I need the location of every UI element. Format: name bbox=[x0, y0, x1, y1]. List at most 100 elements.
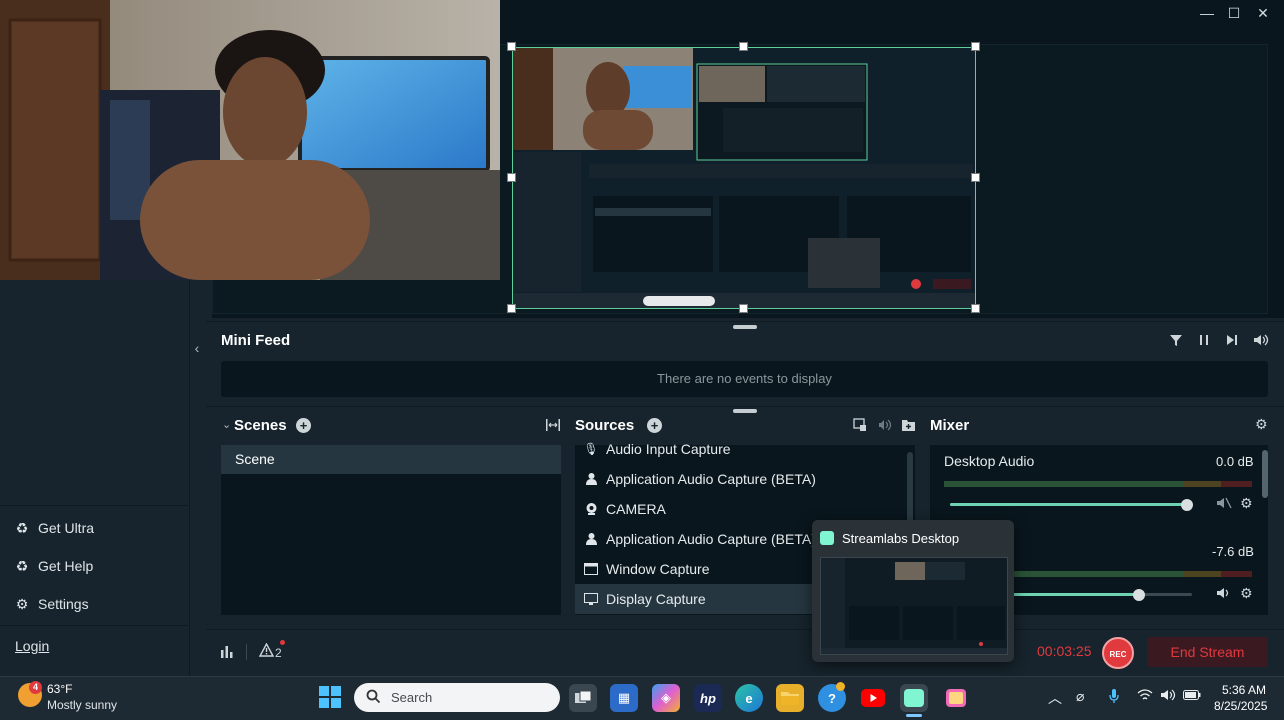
youtube-icon[interactable] bbox=[859, 684, 887, 712]
copilot-icon[interactable]: ◈ bbox=[652, 684, 680, 712]
scene-item[interactable]: Scene bbox=[221, 445, 561, 474]
scene-transition-icon[interactable] bbox=[545, 418, 561, 435]
photos-icon[interactable] bbox=[942, 684, 970, 712]
alert-count: 2 bbox=[275, 646, 282, 660]
person-icon bbox=[584, 472, 598, 486]
clock-date[interactable]: 8/25/2025 bbox=[1214, 699, 1267, 713]
active-app-indicator bbox=[906, 714, 922, 717]
mixer-channel-name: Desktop Audio bbox=[944, 453, 1035, 469]
popup-thumbnail[interactable] bbox=[820, 557, 1008, 655]
resize-handle[interactable] bbox=[739, 42, 748, 51]
monitor-icon bbox=[584, 592, 598, 606]
add-source-icon[interactable]: + bbox=[647, 418, 662, 433]
add-folder-icon[interactable] bbox=[901, 418, 916, 435]
taskbar-search-box[interactable]: Search bbox=[354, 683, 560, 712]
source-item[interactable]: Application Audio Capture (BETA) bbox=[575, 464, 907, 494]
canvas-selection[interactable] bbox=[512, 47, 976, 309]
windows-taskbar bbox=[0, 676, 1284, 720]
file-explorer-icon[interactable] bbox=[776, 684, 804, 712]
channel-settings-gear-icon[interactable]: ⚙ bbox=[1240, 585, 1253, 602]
show-hidden-icons-chevron-up-icon[interactable]: ︿ bbox=[1048, 688, 1062, 708]
dock-divider bbox=[206, 321, 1284, 322]
close-button[interactable]: ✕ bbox=[1246, 0, 1280, 28]
get-ultra-link[interactable]: ♻ Get Ultra bbox=[14, 518, 94, 538]
store-icon[interactable]: ▦ bbox=[610, 684, 638, 712]
wifi-icon[interactable] bbox=[1137, 688, 1153, 705]
resize-handle[interactable] bbox=[739, 304, 748, 313]
streamlabs-app-icon bbox=[820, 531, 834, 545]
speaker-icon[interactable] bbox=[1216, 586, 1232, 603]
add-scene-icon[interactable]: + bbox=[296, 418, 311, 433]
canvas-display-capture bbox=[513, 48, 975, 308]
source-label: Display Capture bbox=[606, 591, 706, 607]
search-placeholder: Search bbox=[391, 690, 433, 705]
microphone-tray-icon[interactable] bbox=[1108, 688, 1120, 707]
speaker-tray-icon[interactable] bbox=[1160, 688, 1176, 705]
dock-divider bbox=[206, 406, 1284, 407]
get-help-link[interactable]: ♻ Get Help bbox=[14, 556, 94, 576]
sources-title: Sources bbox=[575, 417, 635, 434]
get-help-label: Get Help bbox=[38, 558, 94, 574]
popup-title: Streamlabs Desktop bbox=[842, 531, 960, 546]
network-disconnected-icon[interactable]: ⌀ bbox=[1076, 688, 1084, 705]
gear-icon: ⚙ bbox=[15, 595, 29, 612]
streamlabs-taskbar-icon[interactable] bbox=[900, 684, 928, 712]
skip-icon[interactable] bbox=[1225, 333, 1239, 350]
sidebar-divider bbox=[0, 505, 188, 506]
login-link[interactable]: Login bbox=[15, 638, 49, 654]
audio-sources-icon[interactable] bbox=[877, 418, 893, 435]
mixer-channel-db: 0.0 dB bbox=[1216, 454, 1254, 469]
weather-description[interactable]: Mostly sunny bbox=[47, 698, 117, 712]
notification-dot bbox=[836, 682, 845, 691]
resize-handle[interactable] bbox=[971, 173, 980, 182]
search-icon bbox=[366, 689, 381, 707]
channel-settings-gear-icon[interactable]: ⚙ bbox=[1240, 495, 1253, 512]
title-bar bbox=[500, 0, 1284, 28]
resize-handle[interactable] bbox=[507, 304, 516, 313]
resize-handle[interactable] bbox=[507, 173, 516, 182]
sidebar-divider bbox=[0, 625, 188, 626]
pause-icon[interactable] bbox=[1197, 333, 1211, 350]
resize-handle[interactable] bbox=[971, 304, 980, 313]
volume-slider-knob[interactable] bbox=[1133, 589, 1145, 601]
settings-link[interactable]: ⚙ Settings bbox=[14, 594, 89, 614]
collapse-sidebar-chevron-icon[interactable]: ‹ bbox=[190, 340, 204, 360]
clock-time[interactable]: 5:36 AM bbox=[1222, 683, 1266, 697]
source-label: Application Audio Capture (BETA) bbox=[606, 531, 816, 547]
mini-feed-empty: There are no events to display bbox=[221, 361, 1268, 397]
source-label: CAMERA bbox=[606, 501, 666, 517]
end-stream-button[interactable]: End Stream bbox=[1147, 637, 1268, 667]
resize-handle[interactable] bbox=[507, 42, 516, 51]
window-icon bbox=[584, 562, 598, 576]
left-sidebar bbox=[0, 280, 190, 676]
source-label: Application Audio Capture (BETA) bbox=[606, 471, 816, 487]
battery-icon[interactable] bbox=[1183, 688, 1201, 704]
webcam-image bbox=[0, 0, 500, 280]
stats-icon[interactable] bbox=[220, 644, 234, 661]
resize-grip[interactable] bbox=[733, 325, 757, 329]
volume-meter bbox=[944, 481, 1252, 487]
volume-icon[interactable] bbox=[1253, 333, 1269, 350]
mixer-settings-gear-icon[interactable]: ⚙ bbox=[1255, 416, 1268, 433]
scenes-collapse-chevron-icon[interactable]: ⌄ bbox=[222, 418, 231, 431]
hp-icon[interactable]: hp bbox=[694, 684, 722, 712]
webcam-icon bbox=[584, 502, 598, 516]
resize-handle[interactable] bbox=[971, 42, 980, 51]
recording-timer: 00:03:25 bbox=[1037, 643, 1092, 659]
record-button[interactable]: REC bbox=[1102, 637, 1134, 669]
person-icon bbox=[584, 532, 598, 546]
source-item[interactable]: 🎙 Audio Input Capture bbox=[575, 435, 907, 463]
volume-slider-knob[interactable] bbox=[1181, 499, 1193, 511]
task-view-icon[interactable] bbox=[569, 684, 597, 712]
footer-divider bbox=[246, 644, 247, 660]
mute-icon[interactable] bbox=[1216, 496, 1232, 513]
weather-badge: 4 bbox=[29, 681, 42, 694]
resize-grip[interactable] bbox=[733, 409, 757, 413]
source-settings-icon[interactable] bbox=[853, 418, 867, 435]
alerts-button[interactable]: 2 bbox=[258, 642, 282, 660]
weather-temperature[interactable]: 63°F bbox=[47, 682, 72, 696]
filter-icon[interactable] bbox=[1169, 333, 1183, 350]
start-button-windows-icon[interactable] bbox=[318, 685, 342, 709]
mixer-scrollbar[interactable] bbox=[1262, 450, 1268, 498]
edge-browser-icon[interactable]: e bbox=[735, 684, 763, 712]
